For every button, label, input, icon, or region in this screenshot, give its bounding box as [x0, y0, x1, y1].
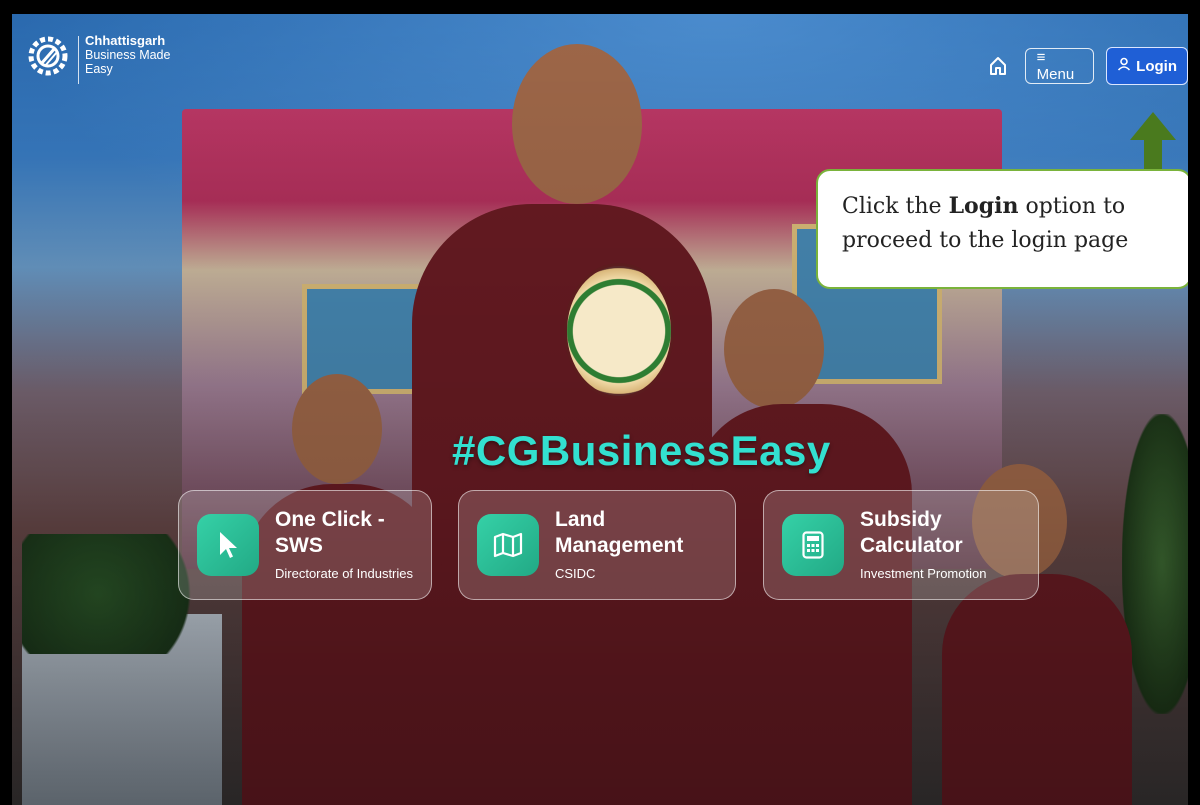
brand-title: Chhattisgarh: [85, 33, 166, 48]
card-one-click-sws[interactable]: One Click - SWS Directorate of Industrie…: [178, 490, 432, 600]
callout-emphasis: Login: [948, 193, 1019, 219]
card-title: One Click - SWS: [275, 508, 385, 557]
brand[interactable]: Chhattisgarh Business Made Easy: [26, 34, 170, 84]
card-text: One Click - SWS Directorate of Industrie…: [275, 507, 431, 583]
home-icon[interactable]: [987, 54, 1009, 78]
card-title: Subsidy Calculator: [860, 508, 963, 557]
gear-shield-icon: [26, 34, 70, 78]
card-title: Land Management: [555, 508, 684, 557]
login-callout: Click the Login option to proceed to the…: [816, 169, 1188, 289]
map-icon: [477, 514, 539, 576]
card-text: Subsidy Calculator Investment Promotion: [860, 507, 1038, 583]
brand-divider: [78, 36, 79, 84]
card-text: Land Management CSIDC: [555, 507, 735, 583]
card-land-management[interactable]: Land Management CSIDC: [458, 490, 736, 600]
brand-tagline: Business Made: [85, 48, 171, 62]
login-label: Login: [1136, 57, 1177, 75]
login-button[interactable]: Login: [1106, 47, 1188, 85]
hero-background: Chhattisgarh Business Made Easy ≡ Menu L…: [12, 14, 1188, 805]
callout-text: Click the: [842, 194, 949, 219]
card-subtitle: Directorate of Industries: [275, 566, 414, 581]
hashtag-title: #CGBusinessEasy: [452, 427, 831, 474]
menu-button[interactable]: ≡ Menu: [1024, 48, 1095, 84]
user-icon: [1117, 57, 1131, 75]
screenshot-frame: Chhattisgarh Business Made Easy ≡ Menu L…: [0, 0, 1200, 805]
card-subtitle: Investment Promotion: [860, 566, 987, 581]
menu-label: ≡ Menu: [1036, 49, 1075, 83]
card-subsidy-calculator[interactable]: Subsidy Calculator Investment Promotion: [763, 490, 1039, 600]
brand-text: Chhattisgarh Business Made Easy: [85, 33, 171, 77]
card-subtitle: CSIDC: [555, 566, 596, 581]
brand-tagline: Easy: [85, 62, 113, 76]
cursor-icon: [197, 514, 259, 576]
state-emblem: [567, 266, 671, 396]
hero-overlay: [12, 14, 1188, 805]
top-nav: ≡ Menu Login: [987, 47, 1188, 85]
calculator-icon: [782, 514, 844, 576]
